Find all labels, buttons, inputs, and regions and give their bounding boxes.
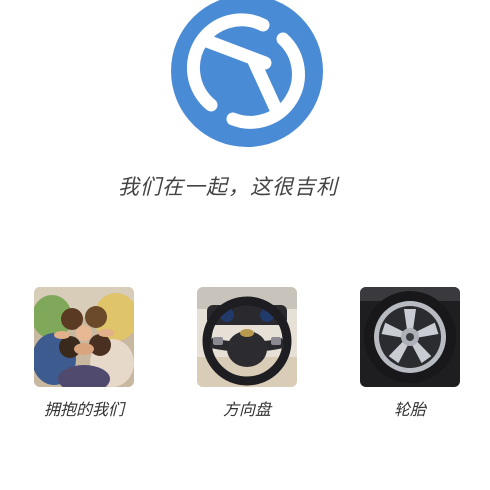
- page: 我们在一起，这很吉利 拥抱的我们 方向盘 轮胎: [0, 0, 490, 490]
- group-hug-photo: [34, 287, 134, 387]
- category-label-steering-wheel: 方向盘: [222, 400, 271, 419]
- brand-logo-icon: [171, 0, 323, 147]
- steering-wheel-photo: [197, 287, 297, 387]
- slogan-text: 我们在一起，这很吉利: [118, 175, 338, 199]
- category-tile-steering-wheel[interactable]: [197, 287, 297, 387]
- category-tile-tire[interactable]: [360, 287, 460, 387]
- category-tile-hug[interactable]: [34, 287, 134, 387]
- category-label-tire: 轮胎: [393, 400, 426, 419]
- category-label-hug: 拥抱的我们: [43, 400, 124, 419]
- tire-photo: [360, 287, 460, 387]
